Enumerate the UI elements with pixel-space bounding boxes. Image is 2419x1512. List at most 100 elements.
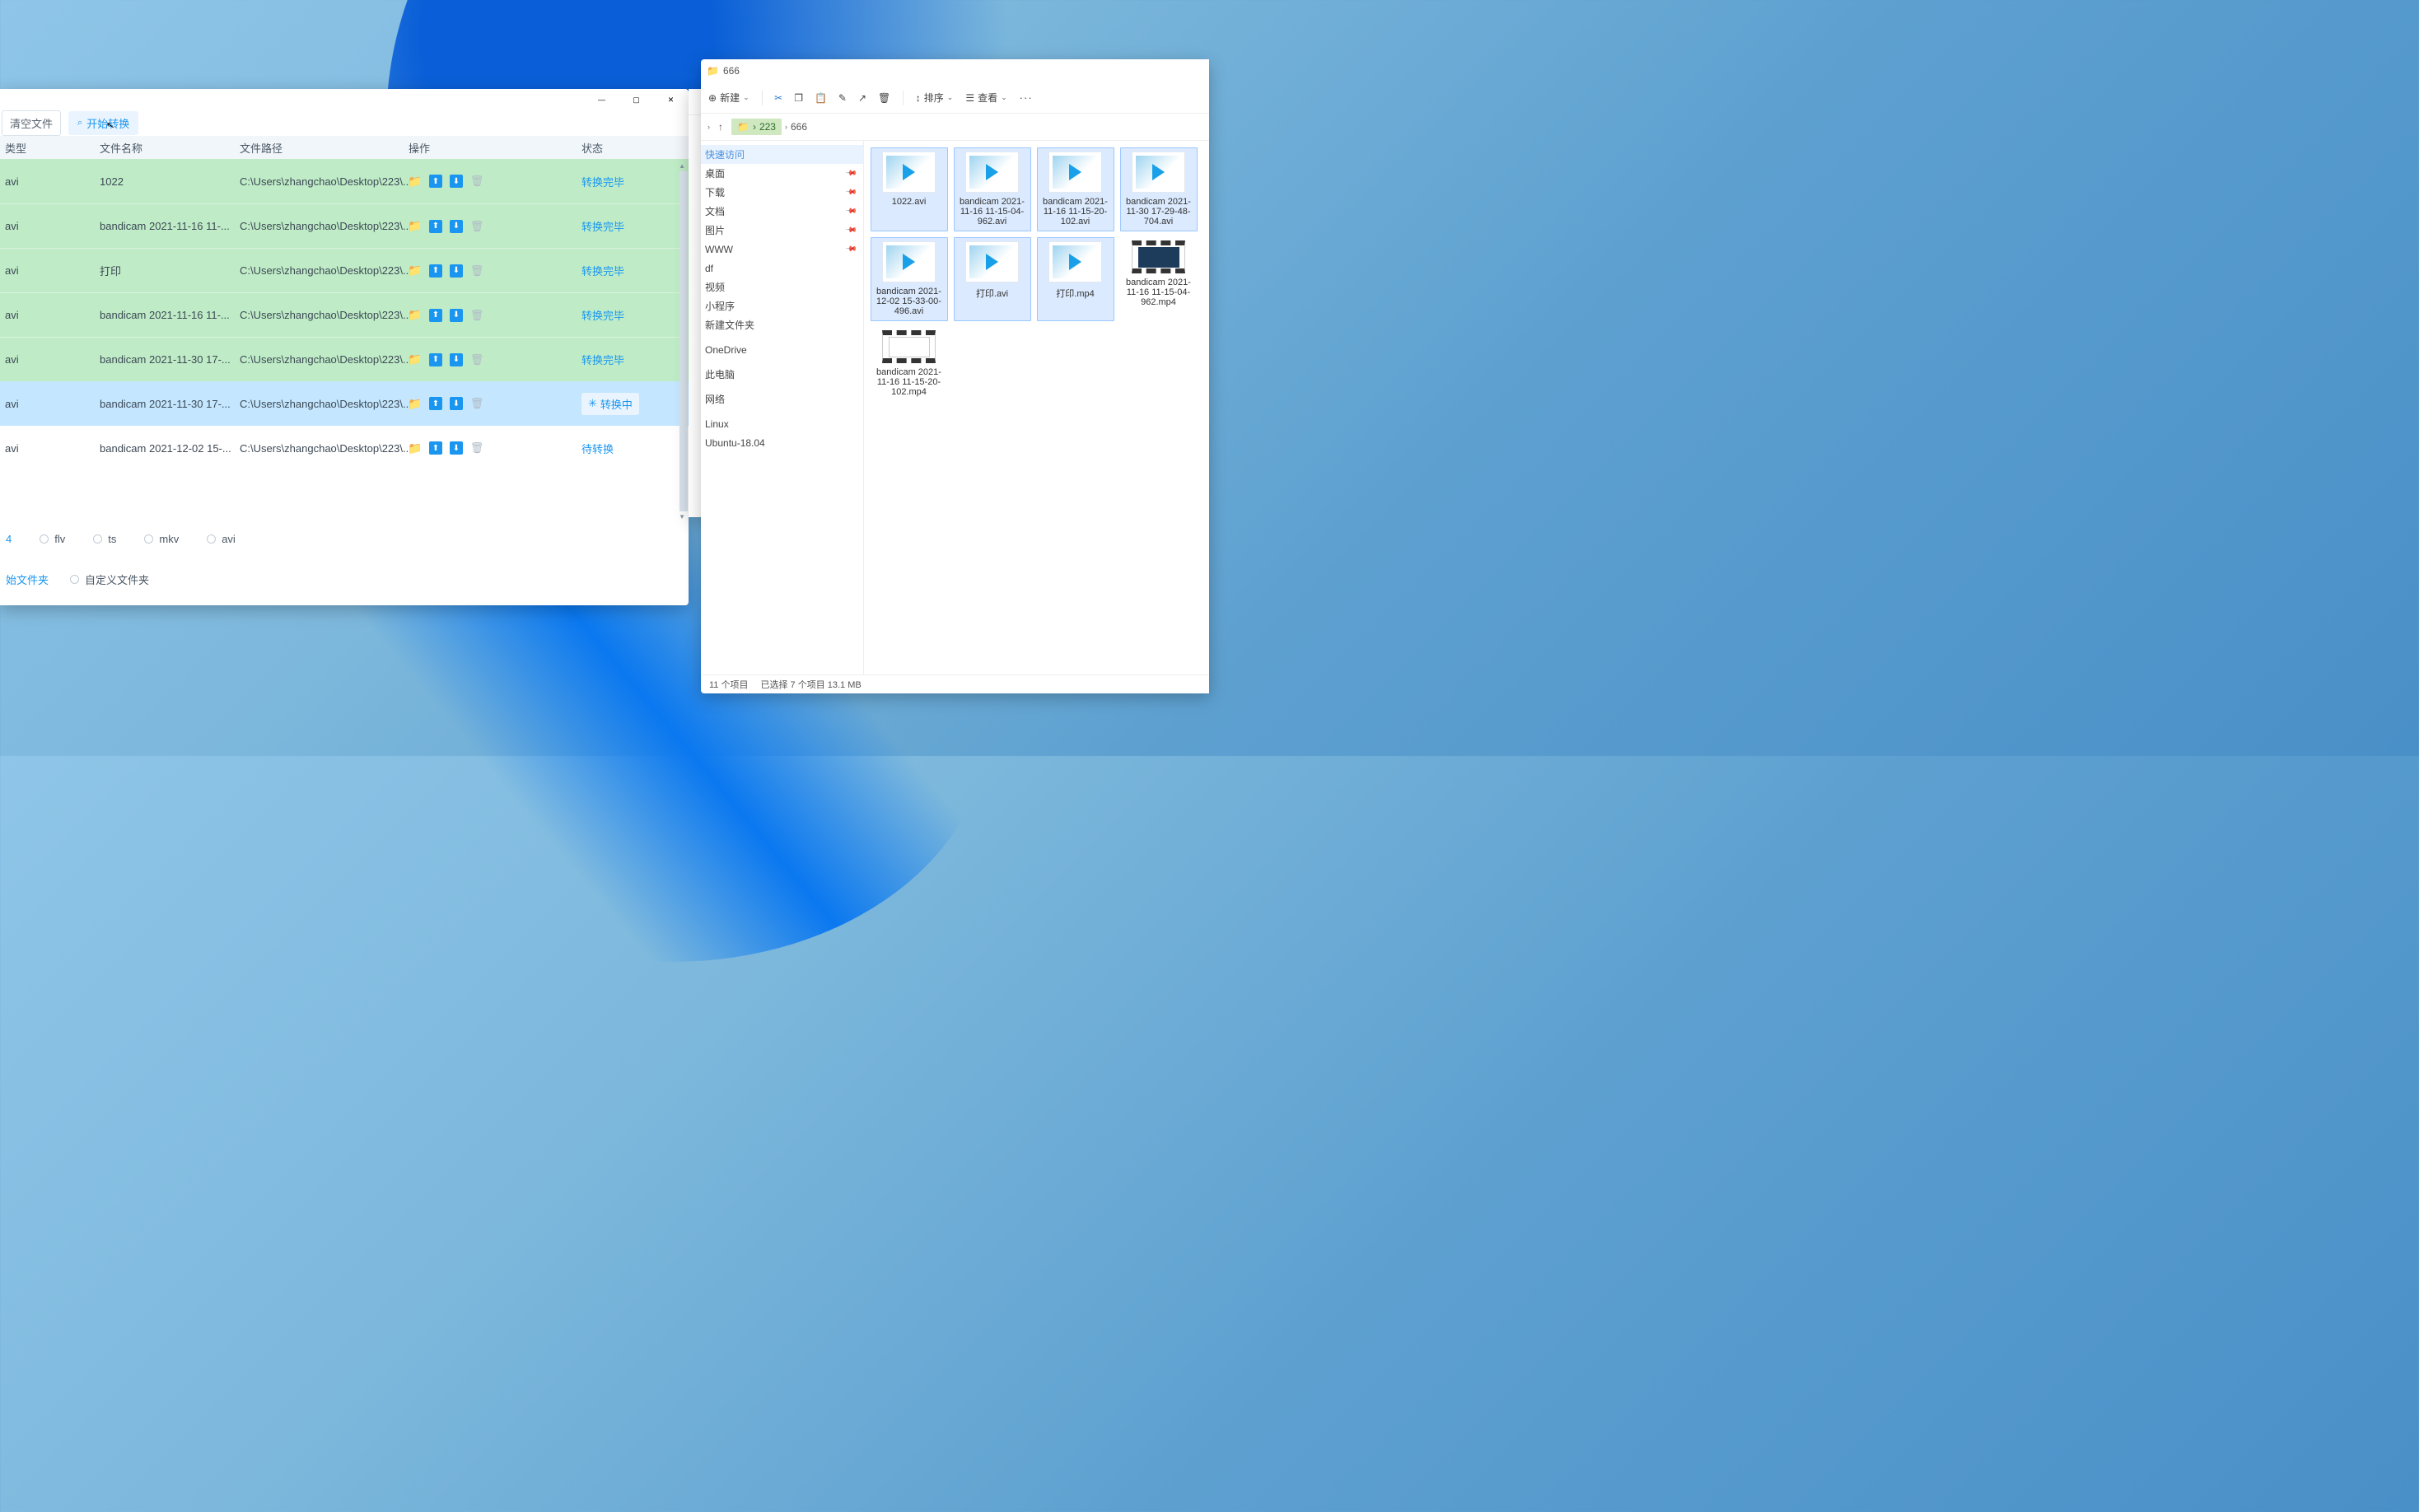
breadcrumb-segment[interactable]: 666 — [791, 121, 807, 133]
open-folder-icon[interactable]: 📁 — [409, 309, 422, 322]
source-folder-option[interactable]: 始文件夹 — [6, 572, 49, 587]
move-up-icon[interactable]: ⬆ — [429, 264, 442, 278]
format-flv[interactable]: flv — [40, 533, 65, 545]
file-item[interactable]: bandicam 2021-11-16 11-15-20-102.mp4 — [871, 327, 948, 401]
sort-menu[interactable]: ↕ 排序 ⌄ — [916, 91, 954, 105]
table-row[interactable]: avi bandicam 2021-11-16 11-... C:\Users\… — [0, 203, 689, 248]
minimize-button[interactable]: — — [592, 93, 611, 106]
open-folder-icon[interactable]: 📁 — [409, 353, 422, 366]
file-item[interactable]: bandicam 2021-11-16 11-15-04-962.mp4 — [1120, 237, 1198, 321]
nav-video[interactable]: 视频 — [701, 278, 863, 296]
cell-status[interactable]: 转换完毕 — [581, 263, 689, 278]
move-up-icon[interactable]: ⬆ — [429, 175, 442, 188]
custom-folder-option[interactable]: 自定义文件夹 — [70, 572, 149, 587]
scroll-down-icon[interactable]: ▼ — [679, 513, 685, 520]
file-item[interactable]: bandicam 2021-11-16 11-15-20-102.avi — [1037, 147, 1114, 231]
status-selection: 已选择 7 个项目 13.1 MB — [760, 678, 861, 691]
cell-status[interactable]: 转换完毕 — [581, 307, 689, 323]
table-row[interactable]: avi bandicam 2021-12-02 15-... C:\Users\… — [0, 426, 689, 470]
new-menu[interactable]: ⊕ 新建 ⌄ — [708, 91, 750, 105]
move-down-icon[interactable]: ⬇ — [450, 175, 463, 188]
nav-downloads[interactable]: 下载 📌 — [701, 183, 863, 202]
nav-onedrive[interactable]: OneDrive — [701, 340, 863, 359]
cell-status[interactable]: 转换完毕 — [581, 174, 689, 189]
file-item[interactable]: 1022.avi — [871, 147, 948, 231]
open-folder-icon[interactable]: 📁 — [409, 441, 422, 455]
nav-newfolder[interactable]: 新建文件夹 — [701, 315, 863, 334]
more-menu[interactable]: ··· — [1020, 91, 1033, 104]
table-row[interactable]: avi bandicam 2021-11-16 11-... C:\Users\… — [0, 292, 689, 337]
nav-df[interactable]: df — [701, 259, 863, 278]
format-mp4[interactable]: 4 — [6, 533, 12, 545]
up-icon[interactable]: ↑ — [718, 121, 723, 133]
move-up-icon[interactable]: ⬆ — [429, 353, 442, 366]
table-row[interactable]: avi bandicam 2021-11-30 17-... C:\Users\… — [0, 381, 689, 426]
copy-icon[interactable]: ❐ — [794, 92, 803, 104]
rename-icon[interactable]: ✎ — [838, 92, 847, 104]
move-down-icon[interactable]: ⬇ — [450, 353, 463, 366]
cut-icon[interactable]: ✂ — [774, 92, 782, 104]
delete-icon[interactable]: 🗑 — [470, 220, 483, 233]
nav-thispc[interactable]: 此电脑 — [701, 365, 863, 384]
close-button[interactable]: ✕ — [661, 93, 680, 106]
move-down-icon[interactable]: ⬇ — [450, 264, 463, 278]
move-down-icon[interactable]: ⬇ — [450, 441, 463, 455]
file-item[interactable]: bandicam 2021-12-02 15-33-00-496.avi — [871, 237, 948, 321]
history-forward-icon[interactable]: › — [707, 123, 710, 131]
scroll-up-icon[interactable]: ▲ — [679, 162, 685, 170]
maximize-button[interactable]: ▢ — [627, 93, 646, 106]
format-mkv[interactable]: mkv — [144, 533, 179, 545]
cell-status: 转换中 — [581, 393, 689, 415]
delete-icon[interactable]: 🗑 — [470, 353, 483, 366]
delete-icon[interactable]: 🗑 — [470, 397, 483, 410]
breadcrumb-segment[interactable]: 📁 › 223 — [731, 119, 782, 135]
file-item[interactable]: bandicam 2021-11-30 17-29-48-704.avi — [1120, 147, 1198, 231]
file-list-pane[interactable]: 1022.avi bandicam 2021-11-16 11-15-04-96… — [864, 141, 1210, 674]
nav-network[interactable]: 网络 — [701, 390, 863, 408]
open-folder-icon[interactable]: 📁 — [409, 175, 422, 188]
move-down-icon[interactable]: ⬇ — [450, 309, 463, 322]
nav-www[interactable]: WWW 📌 — [701, 240, 863, 259]
clear-files-button[interactable]: 清空文件 — [2, 110, 61, 136]
move-up-icon[interactable]: ⬆ — [429, 220, 442, 233]
move-down-icon[interactable]: ⬇ — [450, 397, 463, 410]
cell-status[interactable]: 转换完毕 — [581, 352, 689, 367]
format-avi[interactable]: avi — [207, 533, 236, 545]
plus-icon: ⊕ — [708, 92, 717, 104]
move-down-icon[interactable]: ⬇ — [450, 220, 463, 233]
file-item[interactable]: bandicam 2021-11-16 11-15-04-962.avi — [954, 147, 1031, 231]
move-up-icon[interactable]: ⬆ — [429, 309, 442, 322]
delete-icon[interactable]: 🗑 — [470, 441, 483, 455]
start-convert-button[interactable]: ⌕ 开始转换 — [68, 111, 138, 135]
move-up-icon[interactable]: ⬆ — [429, 397, 442, 410]
nav-documents[interactable]: 文档 📌 — [701, 202, 863, 221]
format-ts[interactable]: ts — [93, 533, 116, 545]
radio-icon — [144, 534, 153, 544]
cell-status[interactable]: 转换完毕 — [581, 218, 689, 234]
delete-icon[interactable]: 🗑 — [470, 264, 483, 278]
view-menu[interactable]: ☰ 查看 ⌄ — [965, 91, 1006, 105]
file-item[interactable]: 打印.avi — [954, 237, 1031, 321]
file-item[interactable]: 打印.mp4 — [1037, 237, 1114, 321]
video-thumb-icon — [882, 241, 936, 282]
delete-icon[interactable]: 🗑 — [470, 309, 483, 322]
table-row[interactable]: avi bandicam 2021-11-30 17-... C:\Users\… — [0, 337, 689, 381]
move-up-icon[interactable]: ⬆ — [429, 441, 442, 455]
nav-quick-access[interactable]: 快速访问 — [701, 145, 863, 164]
open-folder-icon[interactable]: 📁 — [409, 264, 422, 278]
open-folder-icon[interactable]: 📁 — [409, 220, 422, 233]
scrollbar[interactable] — [679, 171, 688, 511]
trash-icon[interactable]: 🗑 — [878, 92, 890, 104]
delete-icon[interactable]: 🗑 — [470, 175, 483, 188]
nav-pictures[interactable]: 图片 📌 — [701, 221, 863, 240]
table-row[interactable]: avi 打印 C:\Users\zhangchao\Desktop\223\..… — [0, 248, 689, 292]
table-row[interactable]: avi 1022 C:\Users\zhangchao\Desktop\223\… — [0, 159, 689, 203]
nav-ubuntu[interactable]: Ubuntu-18.04 — [701, 433, 863, 452]
share-icon[interactable]: ↗ — [858, 92, 866, 104]
nav-desktop[interactable]: 桌面 📌 — [701, 164, 863, 183]
nav-linux[interactable]: Linux — [701, 414, 863, 433]
open-folder-icon[interactable]: 📁 — [409, 397, 422, 410]
paste-icon[interactable]: 📋 — [815, 92, 827, 104]
status-bar: 11 个项目 已选择 7 个项目 13.1 MB — [701, 674, 1209, 693]
nav-applet[interactable]: 小程序 — [701, 296, 863, 315]
